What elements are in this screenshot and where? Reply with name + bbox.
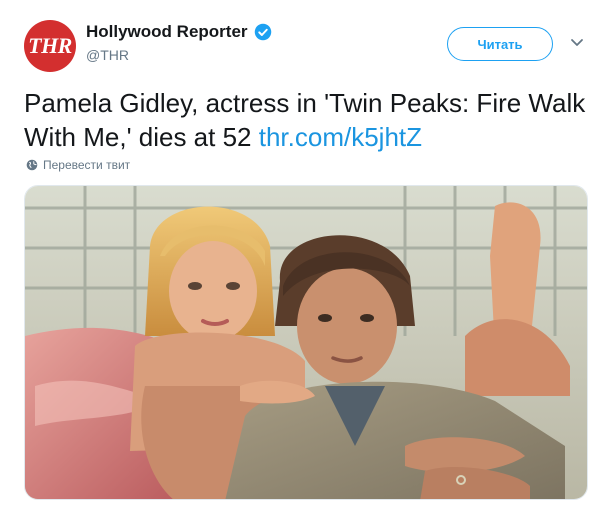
globe-icon: [26, 159, 38, 171]
avatar-logo-text: THR: [28, 33, 72, 58]
author-name[interactable]: Hollywood Reporter: [86, 22, 248, 42]
tweet-card: THR Hollywood Reporter @THR Читать Pamel…: [0, 0, 612, 512]
photo-illustration: [25, 186, 587, 499]
author-name-row: Hollywood Reporter: [86, 22, 272, 42]
chevron-down-icon[interactable]: [570, 38, 584, 48]
avatar[interactable]: THR: [24, 20, 76, 72]
follow-button[interactable]: Читать: [447, 27, 553, 61]
tweet-text: Pamela Gidley, actress in 'Twin Peaks: F…: [24, 86, 594, 154]
translate-tweet[interactable]: Перевести твит: [26, 158, 130, 172]
tweet-link[interactable]: thr.com/k5jhtZ: [259, 122, 422, 152]
tweet-photo[interactable]: [24, 185, 588, 500]
author-handle[interactable]: @THR: [86, 47, 129, 63]
verified-badge-icon: [254, 23, 271, 41]
translate-label: Перевести твит: [43, 158, 131, 172]
